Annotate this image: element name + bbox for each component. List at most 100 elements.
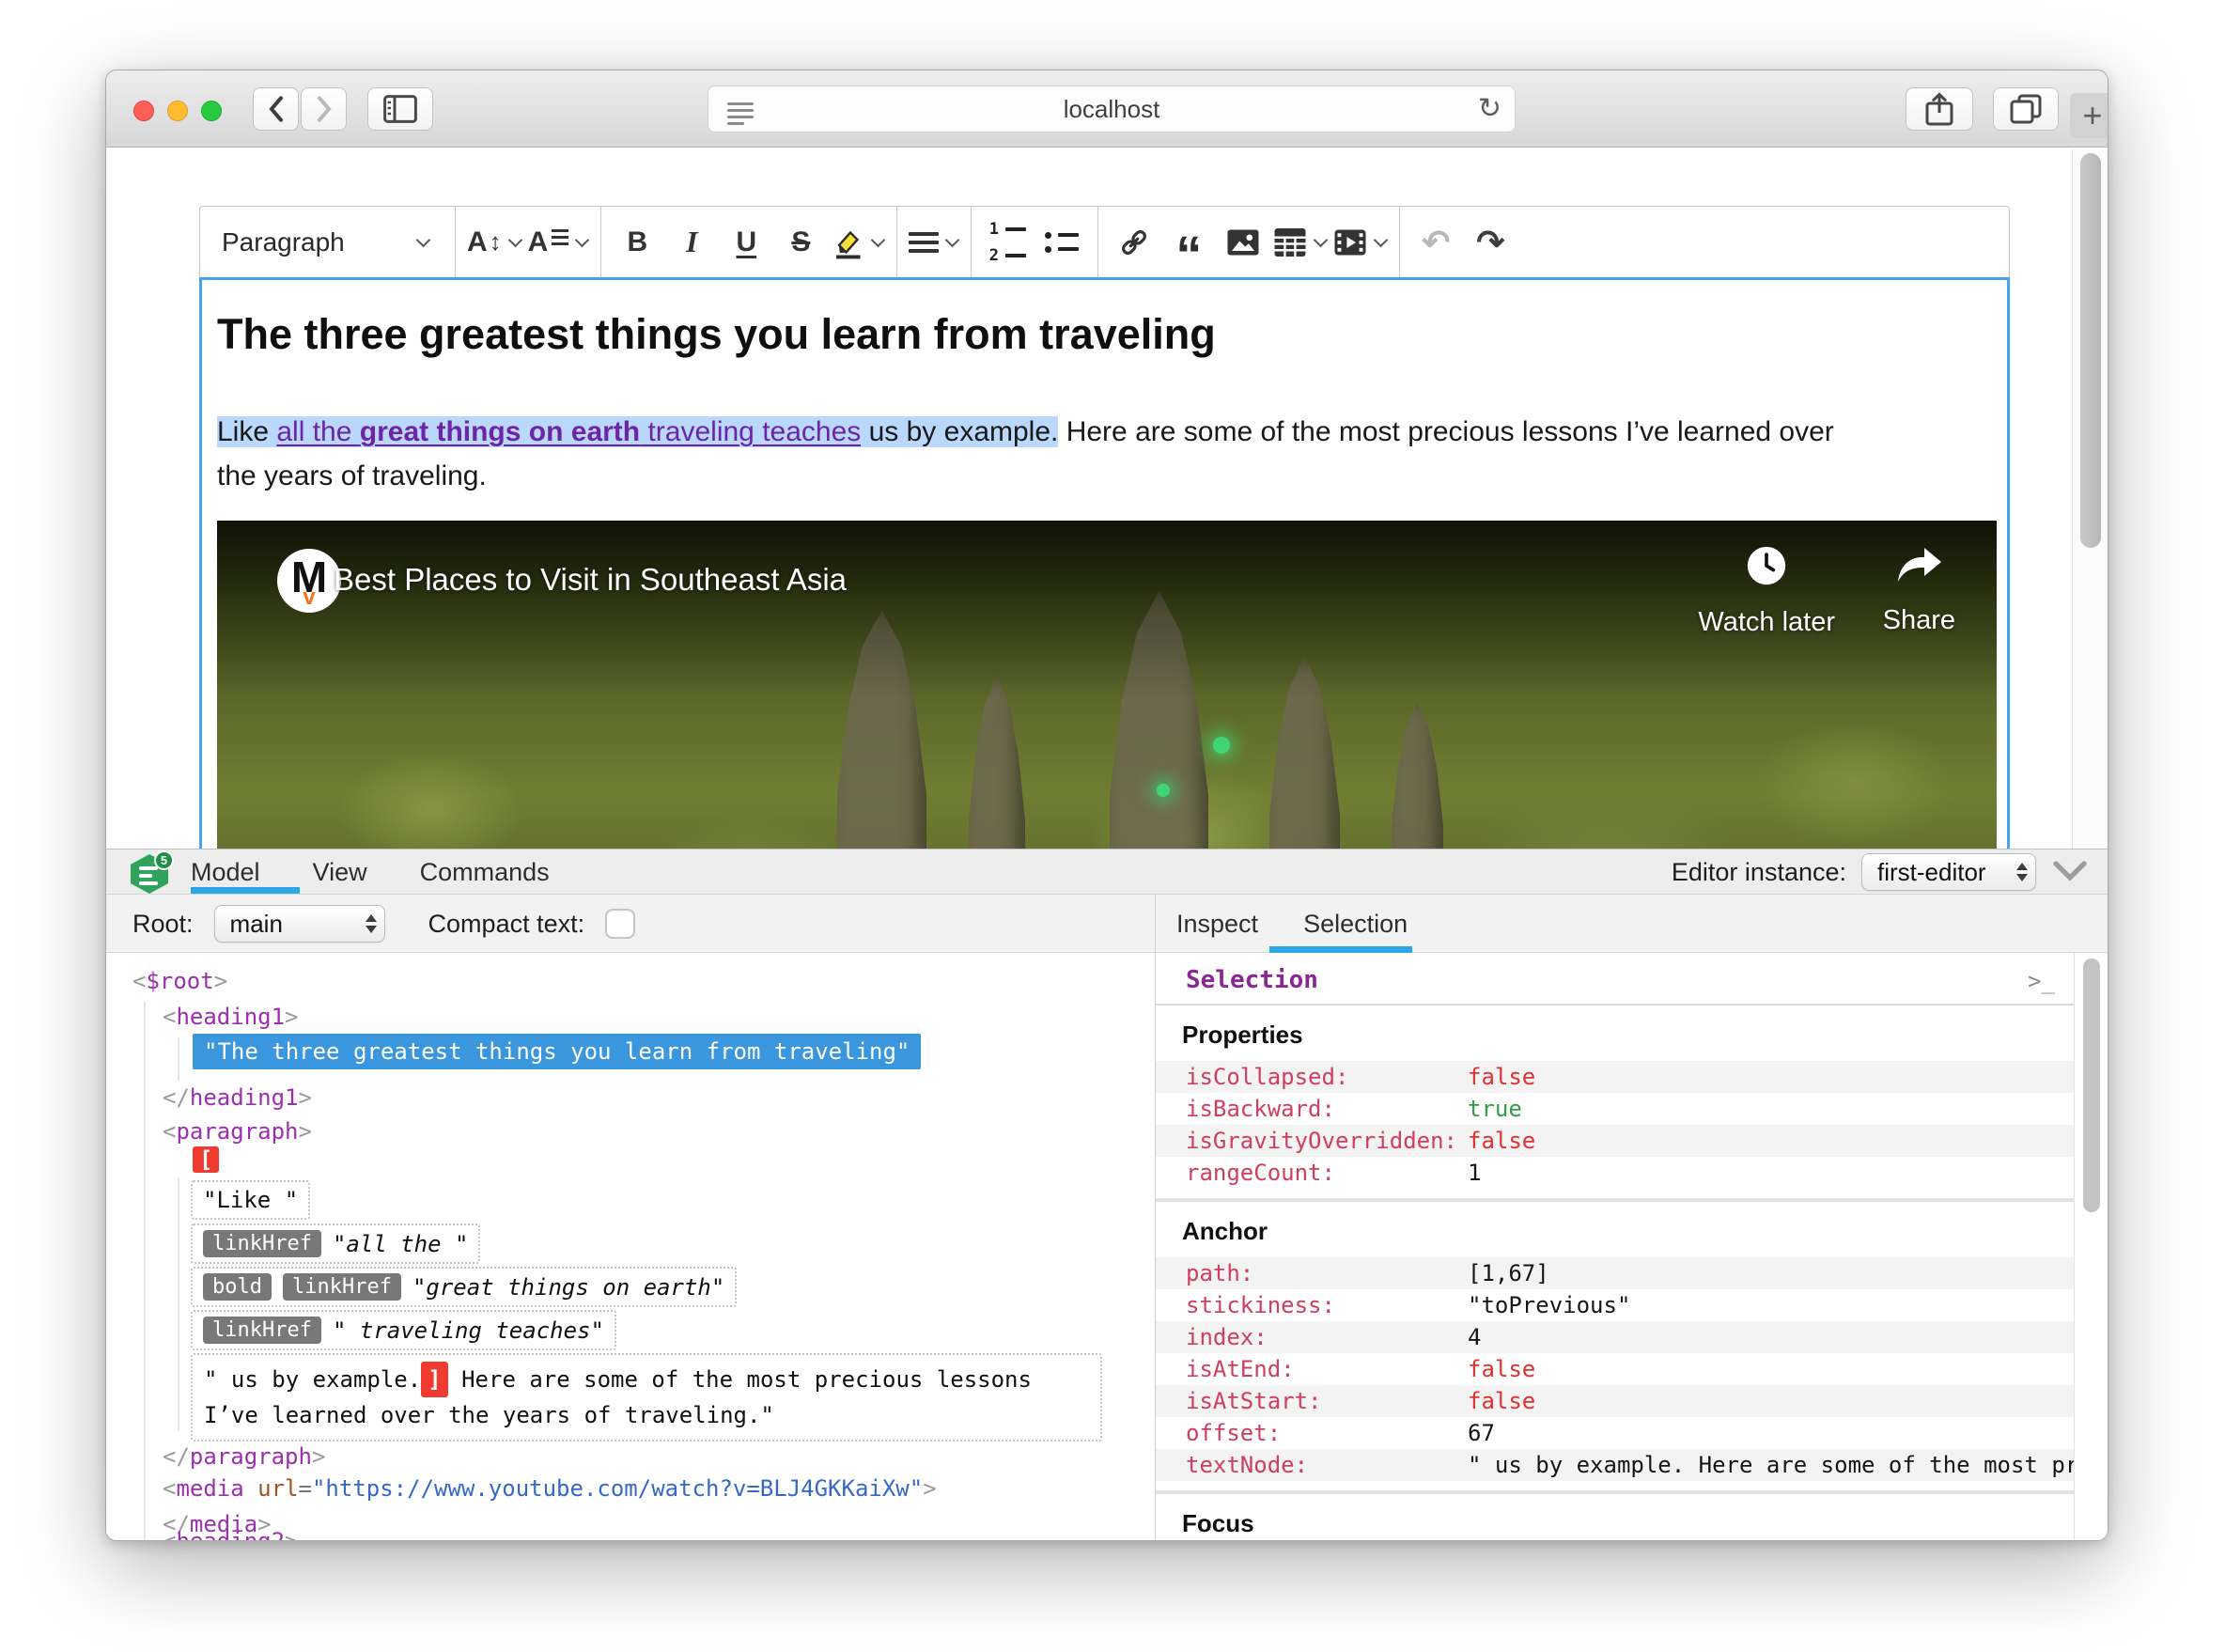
tab-view[interactable]: View [313,858,367,887]
logo-badge: 5 [154,850,174,870]
log-to-console-icon[interactable]: >_ [2028,968,2055,994]
media-embed-icon [1334,229,1366,255]
chevron-down-icon [945,232,960,247]
tab-commands[interactable]: Commands [420,858,550,887]
italic-button[interactable]: I [667,216,716,269]
text-alignment-button[interactable] [909,216,960,269]
compact-text-label: Compact text: [428,909,585,938]
root-select[interactable]: main [213,905,385,943]
scrollbar-thumb[interactable] [2083,958,2100,1212]
insert-image-button[interactable] [1219,216,1268,269]
forward-button[interactable] [301,87,347,131]
selected-text: Like [217,416,277,447]
ckeditor-inspector: 5 Model View Commands Editor instance: f… [106,849,2108,1540]
share-button[interactable] [1906,87,1973,131]
editor-content[interactable]: The three greatest things you learn from… [199,277,2010,935]
highlight-pen-icon [836,230,861,258]
text-node[interactable]: " us by example.] Here are some of the m… [191,1353,1102,1442]
browser-content: Paragraph A ↕ A B I U S 1 2 “ ↶ ↷ The th… [106,148,2108,1540]
tag-media-open[interactable]: media [163,1475,244,1502]
desktop: localhost ↻ + Paragraph A ↕ A B I U S 1 … [0,0,2225,1652]
tag-root[interactable]: $root [132,968,227,994]
chevron-right-icon [317,96,332,122]
insert-media-button[interactable] [1333,216,1389,269]
undo-button[interactable]: ↶ [1411,216,1460,269]
block-quote-button[interactable]: “ [1164,216,1213,280]
tag-heading1-close[interactable]: heading1 [163,1084,312,1111]
highlight-button[interactable] [831,216,886,269]
link-traveling-teaches[interactable]: traveling teaches [640,416,862,447]
new-tab-button[interactable]: + [2070,93,2108,138]
minimize-window-button[interactable] [167,101,188,121]
url-text: localhost [1063,94,1160,123]
link-button[interactable] [1110,216,1159,269]
watch-later-button[interactable]: Watch later [1698,545,1835,638]
bulleted-list-button[interactable] [1037,216,1086,269]
underline-button[interactable]: U [722,216,770,269]
numbered-list-button[interactable]: 1 2 [983,216,1032,269]
selection-panel-title: Selection [1186,966,1318,994]
tab-overview-button[interactable] [1993,87,2059,131]
table-icon [1274,227,1306,257]
collapse-inspector-button[interactable] [2053,861,2087,881]
reader-icon[interactable] [727,99,754,129]
ckeditor-logo: 5 [131,850,174,894]
panel-scrollbar[interactable] [2074,953,2108,1540]
font-size-button[interactable]: A ↕ [467,216,522,269]
sidebar-toggle-button[interactable] [367,87,433,131]
chevron-down-icon [2053,861,2087,881]
tab-selection[interactable]: Selection [1303,910,1408,939]
sidebar-icon [383,95,417,123]
tag-paragraph-close[interactable]: paragraph [163,1443,325,1470]
paragraph-style-label: Paragraph [222,226,345,257]
green-light [1157,784,1170,797]
video-title[interactable]: Best Places to Visit in Southeast Asia [334,562,847,598]
address-bar[interactable]: localhost ↻ [708,86,1516,132]
tab-model[interactable]: Model [191,858,260,887]
chevron-down-icon [507,232,522,247]
tag-heading1-open[interactable]: heading1 [163,1004,299,1030]
image-icon [1227,229,1259,255]
channel-avatar[interactable]: M v [277,549,341,613]
font-family-button[interactable]: A [528,216,590,269]
page-scrollbar[interactable] [2072,149,2108,849]
watch-later-label: Watch later [1698,607,1835,637]
selected-model-text[interactable]: "The three greatest things you learn fro… [193,1034,922,1069]
video-share-button[interactable]: Share [1883,545,1955,636]
attribute-badge: linkHref [282,1273,401,1301]
link-great-things[interactable]: great things on earth [359,416,641,447]
text-node[interactable]: bold linkHref "great things on earth" [191,1267,738,1307]
tab-inspect[interactable]: Inspect [1176,910,1258,939]
video-share-label: Share [1882,605,1955,635]
text-node[interactable]: linkHref "all the " [191,1223,481,1264]
select-stepper-icon [2016,863,2028,881]
selection-panel: Selection >_ Properties isCollapsed: fals… [1155,953,2108,1540]
attribute-value: "https://www.youtube.com/watch?v=BLJ4GKK… [311,1475,924,1502]
strikethrough-button[interactable]: S [776,216,825,269]
compact-text-checkbox[interactable] [605,909,636,939]
property-row: isAtEnd: false [1186,1356,1536,1382]
link-all-the[interactable]: all the [276,416,360,447]
property-row: isCollapsed: false [1156,1061,2075,1093]
redo-button[interactable]: ↷ [1466,216,1515,269]
tag-heading2-open[interactable]: heading2 [163,1528,299,1540]
tag-paragraph-open[interactable]: paragraph [163,1118,312,1145]
chevron-down-icon [1314,232,1329,247]
share-arrow-icon [1898,548,1942,582]
editor-instance-select[interactable]: first-editor [1861,853,2036,891]
font-size-icon: A [467,226,488,257]
toolbar-separator [455,207,456,277]
paragraph-style-dropdown[interactable]: Paragraph [209,216,443,269]
text-node[interactable]: linkHref " traveling teaches" [191,1310,616,1350]
text-node[interactable]: "Like " [191,1180,311,1220]
insert-table-button[interactable] [1273,216,1329,269]
clock-icon [1748,546,1786,585]
document-heading: The three greatest things you learn from… [217,310,1216,358]
reload-icon[interactable]: ↻ [1478,92,1501,125]
close-window-button[interactable] [133,101,154,121]
zoom-window-button[interactable] [201,101,222,121]
editor-instance-value: first-editor [1877,857,1986,886]
bold-button[interactable]: B [613,216,661,269]
scrollbar-thumb[interactable] [2080,153,2101,548]
back-button[interactable] [253,87,299,131]
